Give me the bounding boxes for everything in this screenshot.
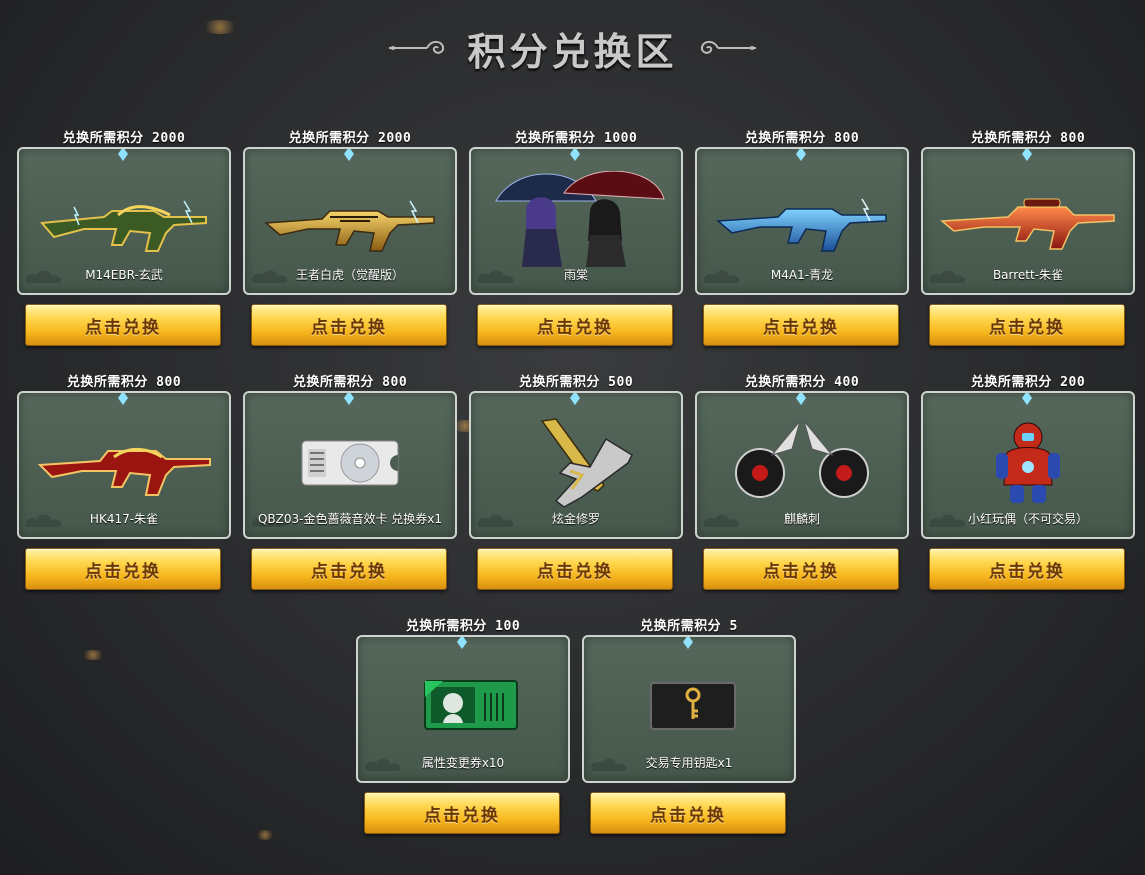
- item-name: 炫金修罗: [551, 512, 600, 526]
- exchange-button[interactable]: 点击兑换: [251, 304, 447, 346]
- exchange-button[interactable]: 点击兑换: [929, 304, 1125, 346]
- gem-icon: [570, 393, 580, 405]
- item-card: HK417-朱雀: [17, 391, 231, 539]
- background-spark: [80, 650, 106, 660]
- exchange-button[interactable]: 点击兑换: [477, 548, 673, 590]
- cost-label: 兑换所需积分 1000: [514, 131, 638, 146]
- item-name: QBZ03-金色蔷薇音效卡 兑换券x1: [257, 512, 443, 526]
- item-card: 麒麟刺: [695, 391, 909, 539]
- gem-icon: [796, 393, 806, 405]
- exchange-button[interactable]: 点击兑换: [477, 304, 673, 346]
- right-ornament-icon: [700, 40, 756, 54]
- cost-label: 兑换所需积分 800: [970, 131, 1086, 146]
- cost-label: 兑换所需积分 5: [640, 619, 738, 634]
- gem-icon: [1022, 393, 1032, 405]
- cost-label: 兑换所需积分 2000: [62, 131, 186, 146]
- exchange-button-label: 点击兑换: [537, 561, 613, 582]
- exchange-button[interactable]: 点击兑换: [364, 792, 560, 834]
- item-name: 雨棠: [563, 268, 588, 282]
- pistol-knife-icon: [540, 418, 633, 508]
- item-card: Barrett-朱雀: [921, 147, 1135, 295]
- exchange-button[interactable]: 点击兑换: [251, 548, 447, 590]
- item-card: 交易专用钥匙x1: [582, 635, 796, 783]
- background-spark: [255, 830, 275, 840]
- gem-icon: [570, 149, 580, 161]
- gem-icon: [457, 637, 467, 649]
- twin-blades-icon: [735, 420, 869, 498]
- item-name: 小红玩偶（不可交易）: [967, 512, 1088, 526]
- exchange-button[interactable]: 点击兑换: [703, 548, 899, 590]
- item-card: QBZ03-金色蔷薇音效卡 兑换券x1: [243, 391, 457, 539]
- characters-umbrella-icon: [495, 171, 665, 267]
- exchange-button-label: 点击兑换: [650, 805, 726, 826]
- item-card: M14EBR-玄武: [17, 147, 231, 295]
- gem-icon: [1022, 149, 1032, 161]
- rifle-gold-icon: [264, 200, 435, 252]
- exchange-button-label: 点击兑换: [85, 317, 161, 338]
- exchange-button-label: 点击兑换: [763, 317, 839, 338]
- cost-label: 兑换所需积分 200: [970, 375, 1086, 390]
- item-name: 交易专用钥匙x1: [645, 756, 733, 770]
- gem-icon: [683, 637, 693, 649]
- cost-label: 兑换所需积分 2000: [288, 131, 412, 146]
- page-header: 积分兑换区: [0, 18, 1145, 78]
- item-card: M4A1-青龙: [695, 147, 909, 295]
- gem-icon: [118, 149, 128, 161]
- item-card: 王者白虎（觉醒版）: [243, 147, 457, 295]
- cost-label: 兑换所需积分 500: [518, 375, 634, 390]
- exchange-button-label: 点击兑换: [424, 805, 500, 826]
- green-ticket-icon: [424, 680, 518, 730]
- exchange-button[interactable]: 点击兑换: [703, 304, 899, 346]
- rifle-blue-icon: [716, 198, 887, 252]
- cost-label: 兑换所需积分 800: [292, 375, 408, 390]
- exchange-button-label: 点击兑换: [311, 317, 387, 338]
- exchange-button-label: 点击兑换: [311, 561, 387, 582]
- gem-icon: [118, 393, 128, 405]
- exchange-button-label: 点击兑换: [989, 317, 1065, 338]
- exchange-button[interactable]: 点击兑换: [25, 304, 221, 346]
- disc-ticket-icon: [301, 440, 399, 486]
- exchange-button-label: 点击兑换: [85, 561, 161, 582]
- cost-label: 兑换所需积分 400: [744, 375, 860, 390]
- gem-icon: [344, 149, 354, 161]
- item-name: 麒麟刺: [783, 512, 820, 526]
- exchange-button[interactable]: 点击兑换: [929, 548, 1125, 590]
- exchange-button[interactable]: 点击兑换: [590, 792, 786, 834]
- exchange-button[interactable]: 点击兑换: [25, 548, 221, 590]
- cost-label: 兑换所需积分 800: [66, 375, 182, 390]
- item-card: 属性变更券x10: [356, 635, 570, 783]
- item-name: M14EBR-玄武: [85, 268, 163, 282]
- exchange-button-label: 点击兑换: [763, 561, 839, 582]
- page-title: 积分兑换区: [467, 28, 678, 74]
- item-name: 王者白虎（觉醒版）: [295, 268, 404, 282]
- item-card: 炫金修罗: [469, 391, 683, 539]
- exchange-button-label: 点击兑换: [989, 561, 1065, 582]
- red-doll-icon: [996, 422, 1060, 503]
- item-card: 雨棠: [469, 147, 683, 295]
- cost-label: 兑换所需积分 100: [405, 619, 521, 634]
- key-icon: [650, 682, 736, 730]
- item-name: M4A1-青龙: [770, 268, 834, 282]
- left-ornament-icon: [389, 40, 445, 54]
- sniper-red-gold-icon: [940, 198, 1115, 250]
- exchange-button-label: 点击兑换: [537, 317, 613, 338]
- cost-label: 兑换所需积分 800: [744, 131, 860, 146]
- rifle-green-gold-icon: [39, 200, 207, 252]
- item-name: Barrett-朱雀: [992, 268, 1064, 282]
- item-card: 小红玩偶（不可交易）: [921, 391, 1135, 539]
- rifle-red-gold-icon: [37, 448, 211, 496]
- gem-icon: [796, 149, 806, 161]
- gem-icon: [344, 393, 354, 405]
- item-name: HK417-朱雀: [89, 512, 159, 526]
- item-name: 属性变更券x10: [421, 756, 505, 770]
